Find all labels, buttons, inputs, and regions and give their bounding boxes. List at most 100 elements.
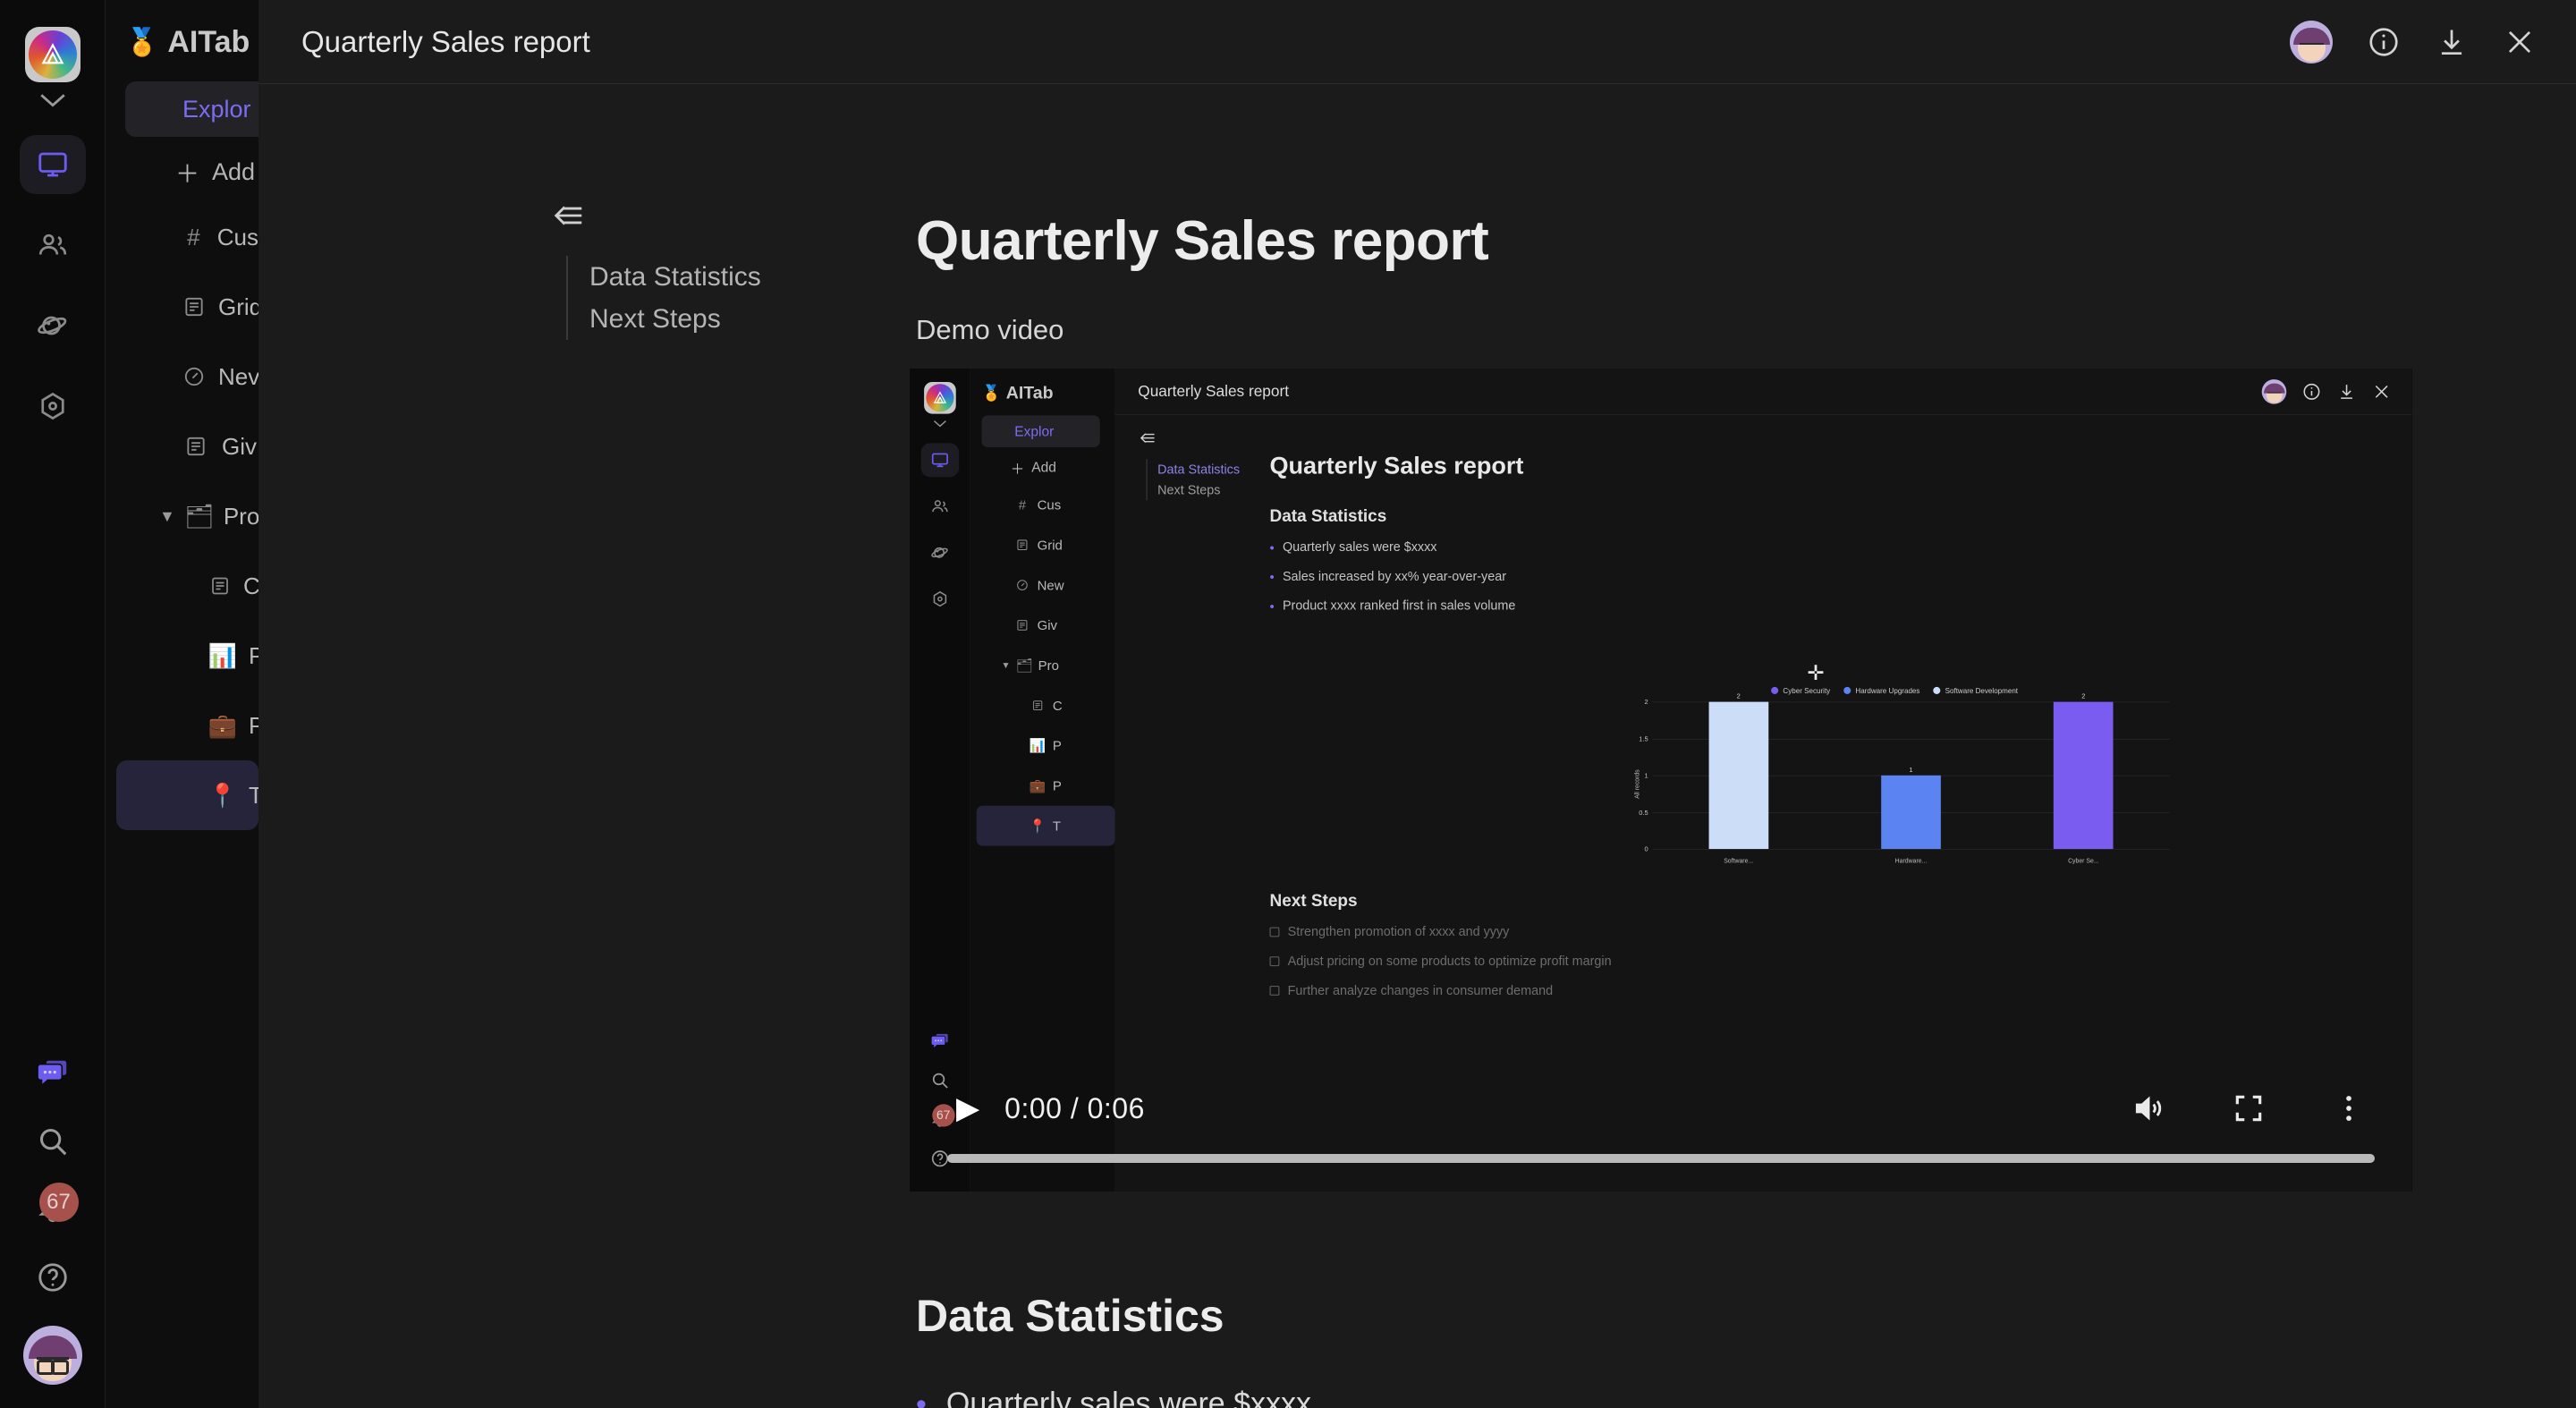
chevron-down-icon[interactable]	[38, 91, 68, 114]
search-icon[interactable]	[20, 1107, 86, 1175]
tree-child-label: T	[1052, 818, 1061, 834]
chat-icon	[920, 1022, 959, 1061]
volume-icon[interactable]	[2131, 1091, 2165, 1125]
y-axis-label: All records	[1633, 769, 1641, 799]
avatar[interactable]	[22, 1326, 82, 1385]
tree-child-p2[interactable]: 💼 P	[106, 691, 258, 760]
y-tick: 0.5	[1639, 808, 1648, 817]
tree-item-label: Grid	[1037, 537, 1063, 553]
page-title: Quarterly Sales report	[916, 210, 1489, 272]
x-tick: Software...	[1724, 857, 1754, 865]
hash-icon: #	[187, 223, 200, 250]
info-circle-icon[interactable]	[2367, 25, 2401, 59]
sidebar-item-templates[interactable]	[20, 296, 86, 355]
tree-child-p1: 📊 P	[970, 725, 1115, 766]
demo-video-player[interactable]: 67 🏅 AITab Explor ＋ Add # Cus Grid New G…	[910, 369, 2412, 1192]
grid-icon	[1014, 538, 1030, 553]
folder-icon: 🗂	[184, 502, 215, 530]
hash-icon: #	[1018, 496, 1027, 513]
download-icon[interactable]	[2435, 25, 2469, 59]
tree-item-label: Cus	[1037, 496, 1062, 513]
plus-icon: ＋	[175, 161, 199, 188]
tree-item-grid[interactable]: Grid	[106, 272, 258, 342]
page-title: Quarterly Sales report	[1269, 451, 1524, 479]
tree-item-label: Cus	[216, 223, 258, 250]
tree-folder-pro[interactable]: ▼ 🗂 Pro	[106, 481, 258, 551]
cursor-crosshair-icon: ✛	[1807, 661, 1825, 685]
tree-item-new: New	[970, 565, 1115, 606]
avatar[interactable]	[2290, 20, 2333, 64]
task-item: Adjust pricing on some products to optim…	[1269, 954, 2145, 969]
tree-item-cus[interactable]: # Cus	[106, 202, 258, 272]
explore-button: Explor	[981, 415, 1100, 447]
legend-item-cyber-security: Cyber Security	[1771, 686, 1830, 695]
caret-down-icon: ▼	[1001, 659, 1011, 671]
grid-icon	[1030, 698, 1046, 713]
gauge-icon	[1014, 577, 1030, 592]
pin-icon: 📍	[208, 781, 238, 809]
sidebar-item-automation[interactable]	[20, 377, 86, 436]
video-progress-bar[interactable]	[947, 1154, 2375, 1163]
table-of-contents: Data Statistics Next Steps	[566, 256, 761, 340]
fullscreen-icon[interactable]	[2232, 1091, 2266, 1125]
tree-item-new[interactable]: Nev	[106, 342, 258, 411]
tree-item-giv[interactable]: Giv	[106, 411, 258, 481]
bell-icon[interactable]: 67	[20, 1175, 86, 1243]
kebab-menu-icon[interactable]	[2332, 1091, 2366, 1125]
add-button[interactable]: ＋ Add	[175, 155, 258, 190]
rail-bottom-group: 67	[20, 1039, 86, 1408]
grid-icon	[182, 293, 206, 320]
tree-child-label: C	[243, 572, 259, 599]
toc-item-next-steps[interactable]: Next Steps	[589, 298, 761, 340]
sidebar-item-workbench[interactable]	[19, 135, 86, 194]
bar-group-hardware: 1	[1881, 766, 1941, 850]
toc-item-data-statistics[interactable]: Data Statistics	[589, 256, 761, 298]
video-right-controls	[2131, 1091, 2366, 1125]
chart-plot-area: All records 0 0.5 1 1.5 2 2 1 2 Software…	[1620, 692, 2170, 867]
section-heading-data-statistics: Data Statistics	[916, 1291, 1224, 1341]
aitable-logo-icon[interactable]	[24, 27, 80, 82]
bar-group-software: 2	[1708, 691, 1769, 850]
toc-item-data-statistics: Data Statistics	[1157, 462, 1241, 477]
bullet-icon: •	[1269, 539, 1275, 556]
legend-item-software-development: Software Development	[1933, 686, 2018, 695]
tree-item-giv: Giv	[970, 606, 1115, 646]
list-item: • Quarterly sales were $xxxx	[1269, 539, 1437, 556]
briefcase-icon: 💼	[1029, 777, 1046, 793]
bar-software-development	[1708, 701, 1769, 850]
tree-child-t-selected[interactable]: 📍 T	[116, 760, 258, 830]
video-workspace-tree: # Cus Grid New Giv ▼ 🗂 Pro C 📊 P 💼 P 📍 T	[970, 485, 1115, 846]
y-tick: 1	[1644, 771, 1648, 780]
demo-video-label: Demo video	[916, 314, 1064, 345]
task-item: Further analyze changes in consumer dema…	[1269, 983, 2145, 998]
list-item-text: Quarterly sales were $xxxx	[945, 1387, 1312, 1408]
help-circle-icon[interactable]	[20, 1243, 86, 1311]
y-tick: 0	[1644, 844, 1648, 853]
play-icon[interactable]: ▶	[956, 1093, 979, 1124]
caret-down-icon[interactable]: ▼	[159, 507, 175, 526]
tree-child-c[interactable]: C	[106, 551, 258, 621]
video-time: 0:00 / 0:06	[1004, 1091, 1145, 1124]
folder-icon: 🗂	[1015, 657, 1033, 674]
legend-swatch	[1843, 686, 1852, 694]
modal-body: Data Statistics Next Steps Quarterly Sal…	[258, 84, 2576, 1408]
explore-button[interactable]: Explor	[125, 81, 258, 137]
tree-child-p1[interactable]: 📊 P	[106, 621, 258, 691]
tree-child-label: P	[1052, 737, 1062, 753]
plus-icon: ＋	[1010, 461, 1025, 477]
bullet-icon: •	[1269, 598, 1275, 615]
bar-value-label: 2	[1736, 691, 1741, 700]
close-icon[interactable]	[2503, 25, 2537, 59]
legend-item-hardware-upgrades: Hardware Upgrades	[1843, 686, 1919, 695]
chart-icon: 📊	[1029, 737, 1046, 753]
sidebar-item-members[interactable]	[20, 216, 86, 275]
workspace-brand: 🏅 AITab	[970, 369, 1115, 403]
checkbox	[1269, 956, 1280, 967]
chat-icon[interactable]	[20, 1039, 86, 1107]
legend-swatch	[1933, 686, 1941, 694]
tree-item-label: Grid	[218, 293, 259, 320]
collapse-left-icon[interactable]	[552, 199, 586, 237]
tree-item-label: Giv	[222, 432, 257, 460]
add-label: Add	[1031, 459, 1056, 476]
medal-icon: 🏅	[125, 28, 159, 57]
